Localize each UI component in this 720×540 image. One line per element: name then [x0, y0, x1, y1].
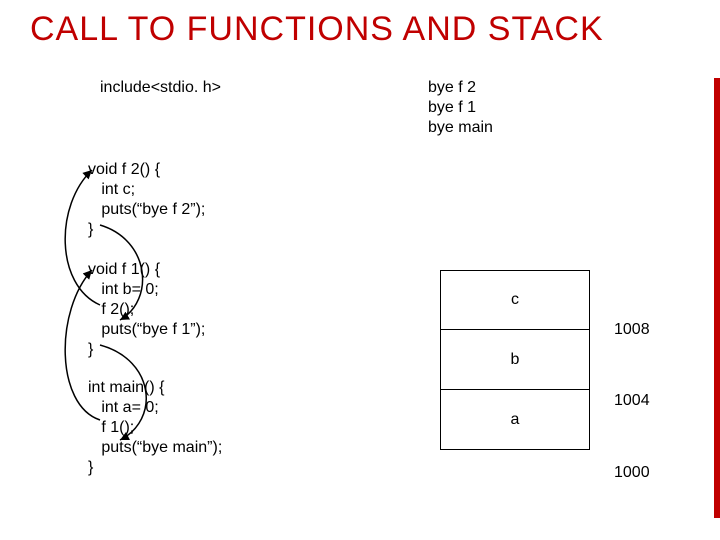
slide-title: CALL TO FUNCTIONS AND STACK	[30, 10, 604, 49]
stack-cell-c: c	[440, 270, 590, 330]
code-f1: void f 1() { int b= 0; f 2(); puts(“bye …	[88, 260, 205, 360]
accent-sidebar	[714, 78, 720, 518]
stack-addr-1008: 1008	[614, 321, 650, 339]
stack-cell-b: b	[440, 330, 590, 390]
code-main: int main() { int a= 0; f 1(); puts(“bye …	[88, 378, 222, 478]
slide: CALL TO FUNCTIONS AND STACK include<stdi…	[0, 0, 720, 540]
stack-addr-1000: 1000	[614, 464, 650, 482]
stack-addr-1004: 1004	[614, 392, 650, 410]
code-f2: void f 2() { int c; puts(“bye f 2”); }	[88, 160, 205, 240]
code-include: include<stdio. h>	[100, 78, 221, 98]
stack-cell-a: a	[440, 390, 590, 450]
program-output: bye f 2 bye f 1 bye main	[428, 78, 493, 138]
stack-diagram: c b a	[440, 270, 590, 450]
